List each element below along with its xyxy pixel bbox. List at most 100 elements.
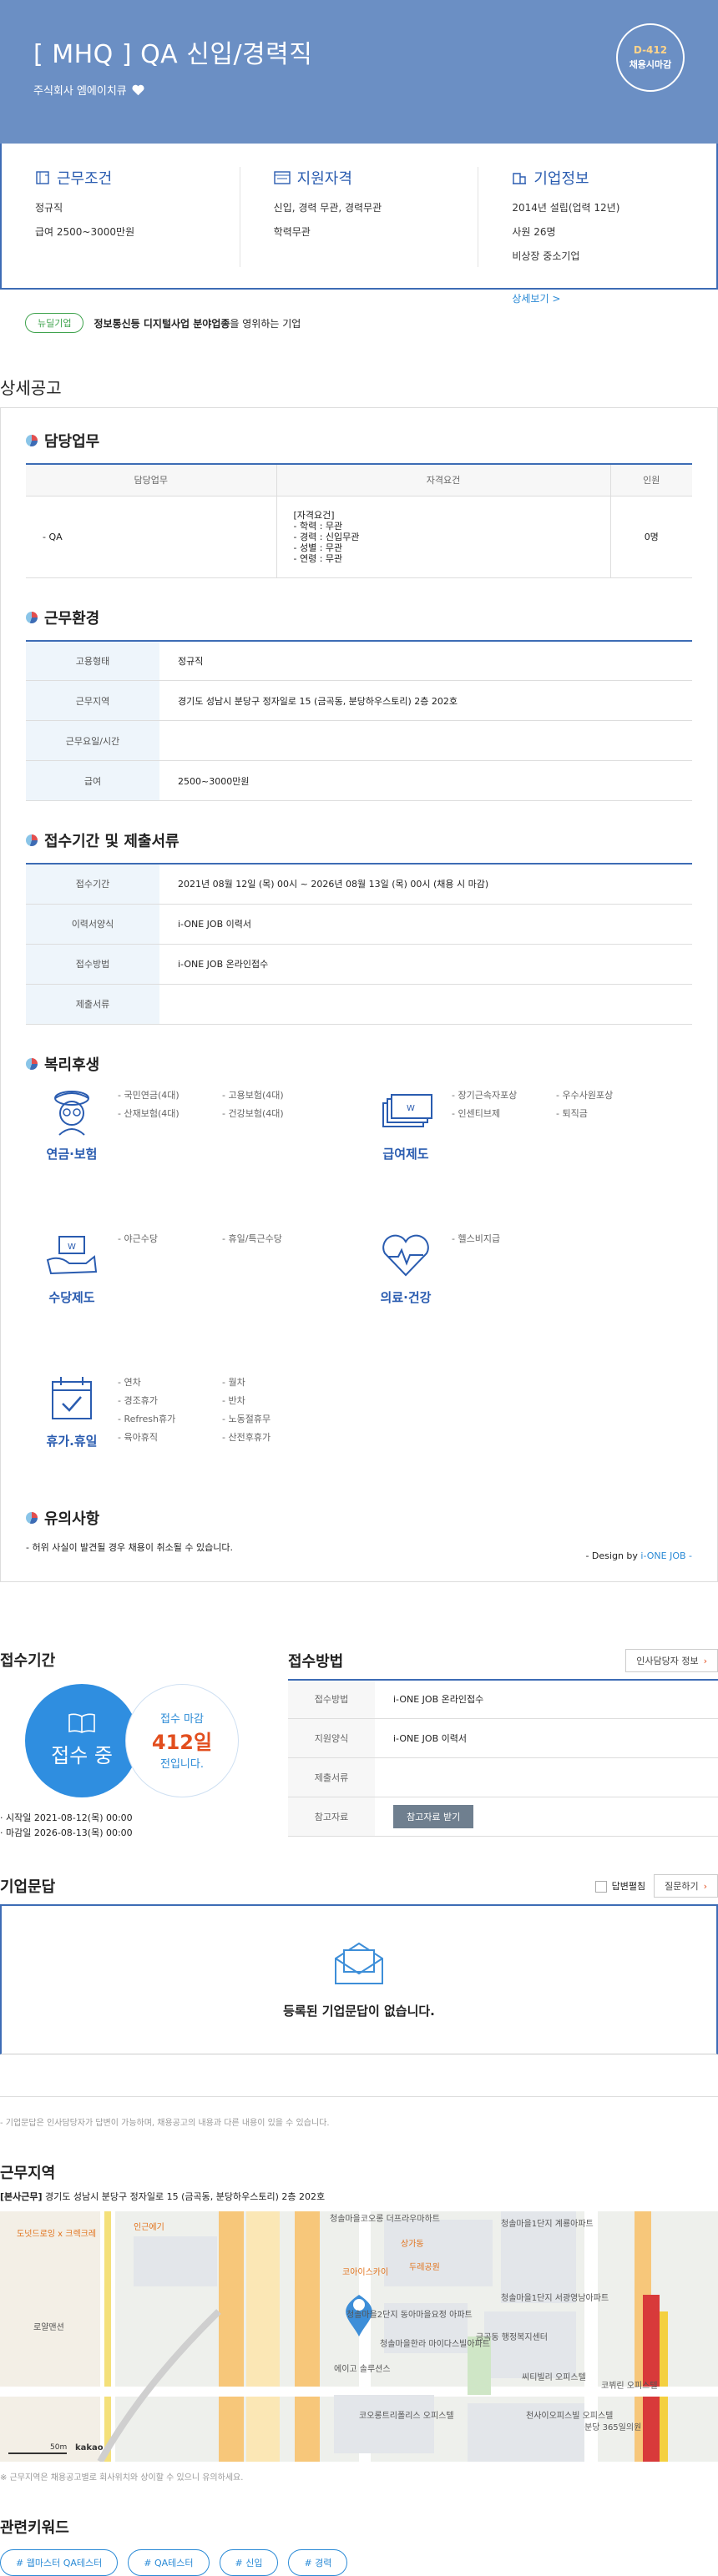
row-value: i-ONE JOB 이력서: [375, 1718, 718, 1758]
detail-box: 담당업무 담당업무 자격요건 인원 - QA [자격요건] - 학력 : 무관 …: [0, 407, 718, 1582]
summary-work: 근무조건 정규직 급여 2500~3000만원: [2, 167, 240, 267]
table-row: 고용형태 정규직: [26, 640, 692, 681]
row-key: 접수기간: [26, 864, 159, 905]
period-table: 접수기간 2021년 08월 12일 (목) 00시 ~ 2026년 08월 13…: [26, 863, 692, 1025]
col-header: 담당업무: [26, 464, 277, 497]
welfare-entry: - 휴일/특근수당: [222, 1233, 282, 1244]
welfare-entry: - 퇴직금: [556, 1107, 588, 1119]
summary-line: 2014년 설립(업력 12년): [512, 202, 620, 214]
welfare-item: 휴가.휴일 - 연차 - 월차 - 경조휴가 - 반차 - Refresh휴가 - 노동절…: [26, 1374, 360, 1499]
apply-method-panel: 접수방법 인사담당자 정보 › 접수방법 i-ONE JOB 온라인접수 지원양식 i…: [288, 1648, 718, 1849]
row-value: 경기도 성남시 분당구 정자일로 15 (금곡동, 분당하우스토리) 2층 20…: [159, 680, 692, 721]
deadline-label: 접수 마감: [160, 1713, 204, 1726]
heart-icon[interactable]: [132, 84, 144, 96]
welfare-entry: - 육아휴직: [118, 1431, 158, 1443]
summary-line: 신입, 경력 무관, 경력무관: [273, 202, 382, 214]
qa-note: - 기업문답은 인사담당자가 답변이 가능하며, 채용공고의 내용과 다른 내용…: [0, 2095, 718, 2128]
map-label: 청솔마을1단지 서광영남아파트: [501, 2293, 609, 2303]
download-reference-button[interactable]: 참고자료 받기: [393, 1805, 474, 1828]
welfare-entry: - 월차: [222, 1376, 245, 1388]
keyword-tag[interactable]: # 웹마스터 QA테스터: [0, 2548, 119, 2576]
arrow-right-icon: ›: [703, 1880, 707, 1892]
company-icon: [513, 173, 527, 184]
env-title: 근무환경: [44, 609, 100, 628]
job-header: [ MHQ ] QA 신입/경력직 주식회사 엠에이치큐 D-412 채용시마감: [0, 0, 718, 160]
map-label: 청솔마을2단지 동아마을요정 아파트: [346, 2310, 473, 2320]
health-icon: [382, 1234, 429, 1276]
row-key: 고용형태: [26, 640, 159, 681]
ask-question-label: 질문하기: [665, 1880, 699, 1892]
start-date: · 시작일 2021-08-12(목) 00:00: [0, 1812, 133, 1823]
company-name[interactable]: 주식회사 엠에이치큐: [33, 82, 685, 98]
welfare-label: 수당제도: [48, 1289, 95, 1305]
row-value: i-ONE JOB 이력서: [159, 904, 692, 945]
checkbox-icon[interactable]: [594, 1880, 607, 1893]
row-key: 지원양식: [288, 1718, 375, 1758]
table-row: 접수방법 i-ONE JOB 온라인접수: [26, 944, 692, 985]
table-row: - QA [자격요건] - 학력 : 무관 - 경력 : 신입무관 - 성별 :…: [26, 496, 692, 578]
ask-question-button[interactable]: 질문하기 ›: [654, 1873, 718, 1898]
keyword-tag[interactable]: # 신입: [219, 2548, 279, 2576]
welfare-item: W 수당제도 - 야근수당 - 휴일/특근수당: [26, 1230, 360, 1355]
duty-title: 담당업무: [44, 433, 100, 451]
apply-status-circle: 접수 중: [25, 1683, 139, 1797]
welfare-entry: - 경조휴가: [118, 1394, 158, 1406]
row-value: 정규직: [159, 640, 692, 681]
pension-icon: [54, 1090, 89, 1136]
salary-icon: W: [382, 1093, 432, 1127]
caution-heading: 유의사항: [26, 1507, 692, 1529]
kakao-logo: kakao: [75, 2442, 104, 2452]
map-label: 코뷔린 오피스텔: [601, 2381, 658, 2391]
expand-answers-toggle[interactable]: 답변펼침: [594, 1879, 645, 1893]
welfare-entry: - 헬스비지급: [452, 1233, 501, 1244]
apply-status-text: 접수 중: [51, 1744, 113, 1767]
table-row: 급여 2500~3000만원: [26, 760, 692, 801]
summary-line: 급여 2500~3000만원: [35, 226, 135, 238]
hr-contact-label: 인사담당자 정보: [636, 1655, 699, 1666]
row-key: 이력서양식: [26, 904, 159, 945]
row-key: 제출서류: [26, 984, 159, 1025]
apply-section: 접수기간 접수 중 접수 마감 412일 전입니다. · 시작일 2021-08…: [0, 1648, 718, 1849]
welfare-title: 복리후생: [44, 1056, 100, 1074]
vacation-icon: [52, 1376, 92, 1419]
summary-corp: 기업정보 2014년 설립(업력 12년) 사원 26명 비상장 중소기업 상세…: [478, 167, 716, 305]
location-title: 근무지역: [0, 2164, 56, 2182]
design-prefix: - Design by: [585, 1550, 641, 1561]
req-line: - 학력 : 무관: [293, 520, 343, 532]
table-row: 근무지역 경기도 성남시 분당구 정자일로 15 (금곡동, 분당하우스토리) 2…: [26, 680, 692, 721]
table-row: 근무요일/시간: [26, 720, 692, 761]
col-header: 인원: [610, 464, 692, 497]
table-row: 접수기간 2021년 08월 12일 (목) 00시 ~ 2026년 08월 13…: [26, 864, 692, 905]
book-icon: [68, 1713, 95, 1733]
table-row: 접수방법 i-ONE JOB 온라인접수: [288, 1679, 718, 1719]
hr-contact-button[interactable]: 인사담당자 정보 ›: [625, 1648, 718, 1672]
req-line: - 성별 : 무관: [293, 542, 343, 553]
welfare-entry: - 노동절휴무: [222, 1413, 271, 1424]
welfare-entry: - 국민연금(4대): [118, 1089, 180, 1101]
row-value: i-ONE JOB 온라인접수: [375, 1679, 718, 1719]
qa-title: 기업문답: [0, 1878, 56, 1896]
map-view[interactable]: 도넛드로잉 x 크렉크레 인근에기 청솔마을코오롱 더프라우마하트 청솔마을1단…: [0, 2211, 718, 2462]
welfare-label: 급여제도: [382, 1146, 429, 1162]
corp-detail-link[interactable]: 상세보기 >: [512, 291, 560, 305]
keyword-tag[interactable]: # QA테스터: [128, 2548, 210, 2576]
summary-line: 학력무관: [273, 226, 311, 238]
welfare-label: 의료·건강: [380, 1289, 432, 1305]
req-line: - 연령 : 무관: [293, 552, 343, 564]
map-label: 상가동: [401, 2239, 424, 2249]
keyword-tag[interactable]: # 경력: [288, 2548, 348, 2576]
map-label: 청솔마을코오롱 더프라우마하트: [330, 2214, 440, 2224]
caution-title: 유의사항: [44, 1510, 100, 1528]
row-value: 2500~3000만원: [159, 760, 692, 801]
summary-qual: 지원자격 신입, 경력 무관, 경력무관 학력무관: [240, 167, 479, 267]
row-value: [159, 984, 692, 1025]
qa-empty-box: 등록된 기업문답이 없습니다.: [0, 1903, 718, 2054]
row-key: 참고자료: [288, 1797, 375, 1837]
deadline-days: 412일: [151, 1731, 213, 1754]
detail-title: 상세공고: [0, 378, 62, 398]
duty-task: - QA: [26, 496, 277, 578]
welfare-entry: - 반차: [222, 1394, 245, 1406]
badge-text: 정보통신등 디지털사업 분야업종을 영위하는 기업: [94, 316, 301, 330]
qa-empty-message: 등록된 기업문답이 없습니다.: [283, 2003, 435, 2019]
period-title: 접수기간 및 제출서류: [44, 833, 180, 850]
